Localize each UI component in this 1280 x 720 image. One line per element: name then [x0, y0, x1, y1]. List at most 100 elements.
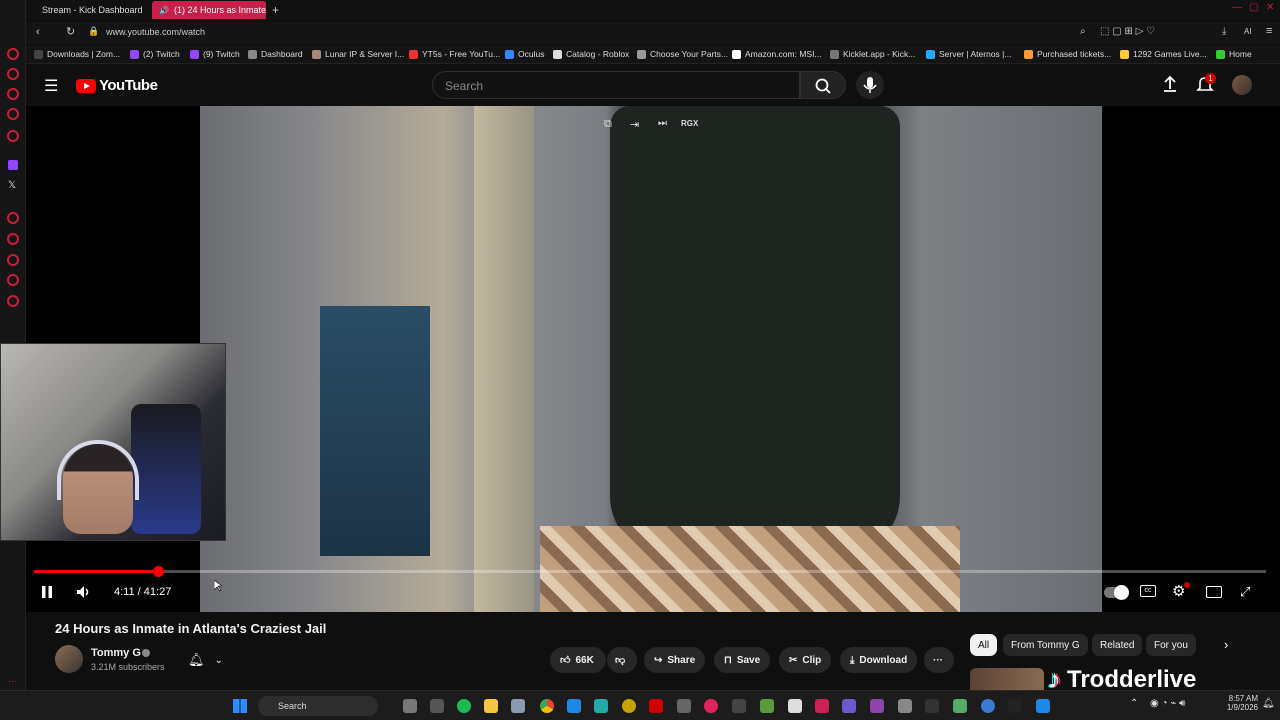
- chip-related[interactable]: Related: [1092, 634, 1143, 656]
- minecraft-icon[interactable]: [760, 699, 774, 713]
- sidebar-app-icon[interactable]: [7, 68, 19, 80]
- bookmark-item[interactable]: Oculus: [505, 49, 544, 59]
- bookmark-item[interactable]: 1292 Games Live...: [1120, 49, 1207, 59]
- back-icon[interactable]: ‹: [36, 26, 40, 38]
- new-tab-button[interactable]: +: [272, 3, 279, 17]
- autoplay-toggle[interactable]: [1104, 585, 1129, 600]
- exit-icon[interactable]: ⇥: [630, 118, 639, 131]
- window-maximize-button[interactable]: ▢: [1249, 2, 1258, 13]
- twitch-icon[interactable]: [8, 160, 18, 170]
- taskbar-search[interactable]: Search: [258, 696, 378, 716]
- bookmark-item[interactable]: Downloads | Zom...: [34, 49, 120, 59]
- taskbar-clock[interactable]: 8:57 AM 1/9/2026: [1222, 694, 1258, 712]
- taskbar-app-icon[interactable]: [925, 699, 939, 713]
- share-button[interactable]: ↪ Share: [644, 647, 706, 673]
- captions-icon[interactable]: cc: [1140, 585, 1156, 597]
- taskbar-app-icon[interactable]: [815, 699, 829, 713]
- reload-icon[interactable]: ↻: [66, 25, 75, 38]
- voice-search-button[interactable]: [856, 71, 884, 99]
- channel-info[interactable]: Tommy G 3.21M subscribers 🔔︎ ⌄: [55, 645, 295, 675]
- account-avatar[interactable]: [1232, 75, 1252, 95]
- download-button[interactable]: ⤓ Download: [840, 647, 918, 673]
- chip-all[interactable]: All: [970, 634, 998, 656]
- subscribe-bell-button[interactable]: 🔔︎ ⌄: [185, 648, 235, 672]
- fullscreen-icon[interactable]: ⤢: [1240, 584, 1250, 600]
- chips-next-icon[interactable]: ›: [1224, 637, 1228, 652]
- notification-center-icon[interactable]: 🔔︎: [1262, 698, 1275, 709]
- ai-extension-label[interactable]: AI: [1244, 27, 1252, 36]
- bookmark-item[interactable]: Amazon.com: MSI...: [732, 49, 822, 59]
- bookmark-item[interactable]: YT5s - Free YouTu...: [409, 49, 500, 59]
- bookmark-item[interactable]: (9) Twitch: [190, 49, 240, 59]
- sidebar-app-icon[interactable]: [7, 212, 19, 224]
- video-frame[interactable]: ⧉ ⇥ ⏭ RGX: [200, 106, 1102, 612]
- zoom-icon[interactable]: ⌕: [1080, 26, 1086, 37]
- sidebar-app-icon[interactable]: [7, 254, 19, 266]
- sidebar-app-icon[interactable]: [7, 295, 19, 307]
- window-minimize-button[interactable]: —: [1232, 2, 1242, 13]
- recommendation-thumbnail[interactable]: [970, 668, 1044, 690]
- save-button[interactable]: ⊓ Save: [714, 647, 771, 673]
- taskbar-app-icon[interactable]: [732, 699, 746, 713]
- download-icon[interactable]: ⤓: [1222, 26, 1226, 37]
- volume-button[interactable]: [76, 585, 92, 599]
- taskbar-app-icon[interactable]: [430, 699, 444, 713]
- more-actions-button[interactable]: ···: [924, 647, 954, 673]
- spotify-icon[interactable]: [457, 699, 471, 713]
- taskbar-app-icon[interactable]: [898, 699, 912, 713]
- progress-bar[interactable]: [34, 566, 1266, 577]
- taskbar-app-icon[interactable]: [1008, 699, 1022, 713]
- clip-button[interactable]: ✂ Clip: [779, 647, 832, 673]
- bookmark-item[interactable]: Choose Your Parts...: [637, 49, 728, 59]
- skip-icon[interactable]: ⏭: [658, 118, 667, 129]
- url-field[interactable]: www.youtube.com/watch: [106, 27, 205, 37]
- tab-kick-dashboard[interactable]: Stream - Kick Dashboard: [30, 1, 148, 19]
- sidebar-more-icon[interactable]: ···: [8, 676, 17, 686]
- bookmark-item[interactable]: Kicklet.app - Kick...: [830, 49, 915, 59]
- sidebar-app-icon[interactable]: [7, 88, 19, 100]
- tray-chevron-icon[interactable]: ⌃: [1130, 698, 1138, 709]
- progress-scrubber[interactable]: [153, 566, 165, 577]
- tray-icons[interactable]: ◉ ◔ ⌁ 🔊︎: [1150, 698, 1185, 709]
- bookmark-item[interactable]: Lunar IP & Server I...: [312, 49, 404, 59]
- windows-start-icon[interactable]: [233, 699, 247, 713]
- taskbar-app-icon[interactable]: [981, 699, 995, 713]
- taskbar-app-icon[interactable]: [677, 699, 691, 713]
- bookmark-item[interactable]: Purchased tickets...: [1024, 49, 1111, 59]
- bookmark-item[interactable]: Dashboard: [248, 49, 303, 59]
- file-explorer-icon[interactable]: [484, 699, 498, 713]
- extensions-icon[interactable]: ⬚ ▢ ⊞ ▷ ♡: [1100, 26, 1155, 37]
- chip-from-channel[interactable]: From Tommy G: [1003, 634, 1088, 656]
- bookmark-item[interactable]: Server | Aternos |...: [926, 49, 1011, 59]
- sidebar-app-icon[interactable]: [7, 48, 19, 60]
- taskbar-app-icon[interactable]: [649, 699, 663, 713]
- taskbar-app-icon[interactable]: [953, 699, 967, 713]
- bookmark-item[interactable]: Home: [1216, 49, 1252, 59]
- taskbar-app-icon[interactable]: [622, 699, 636, 713]
- sidebar-app-icon[interactable]: [7, 108, 19, 120]
- hamburger-menu-icon[interactable]: ☰: [44, 76, 58, 96]
- like-button[interactable]: 👍︎ 66K: [550, 647, 606, 673]
- menu-icon[interactable]: ≡: [1266, 25, 1272, 37]
- edge-icon[interactable]: [567, 699, 581, 713]
- pip-icon[interactable]: ⧉: [604, 118, 612, 131]
- taskbar-app-icon[interactable]: [511, 699, 525, 713]
- chrome-icon[interactable]: [540, 699, 554, 713]
- dislike-button[interactable]: 👎︎: [607, 647, 637, 673]
- chip-for-you[interactable]: For you: [1146, 634, 1196, 656]
- youtube-logo[interactable]: YouTube: [76, 77, 158, 94]
- theater-mode-icon[interactable]: [1206, 586, 1222, 598]
- sidebar-app-icon[interactable]: [7, 233, 19, 245]
- taskbar-app-icon[interactable]: [842, 699, 856, 713]
- upload-icon[interactable]: [1162, 75, 1178, 93]
- search-button[interactable]: [800, 71, 846, 99]
- channel-avatar[interactable]: [55, 645, 83, 673]
- pause-button[interactable]: [40, 585, 54, 599]
- channel-name[interactable]: Tommy G: [91, 647, 141, 659]
- tab-youtube-video[interactable]: 🔊 (1) 24 Hours as Inmate: [152, 1, 266, 19]
- x-icon[interactable]: 𝕏: [8, 180, 16, 191]
- taskbar-app-icon[interactable]: [594, 699, 608, 713]
- bookmark-item[interactable]: (2) Twitch: [130, 49, 180, 59]
- taskbar-app-icon[interactable]: [788, 699, 802, 713]
- taskbar-app-icon[interactable]: [1036, 699, 1050, 713]
